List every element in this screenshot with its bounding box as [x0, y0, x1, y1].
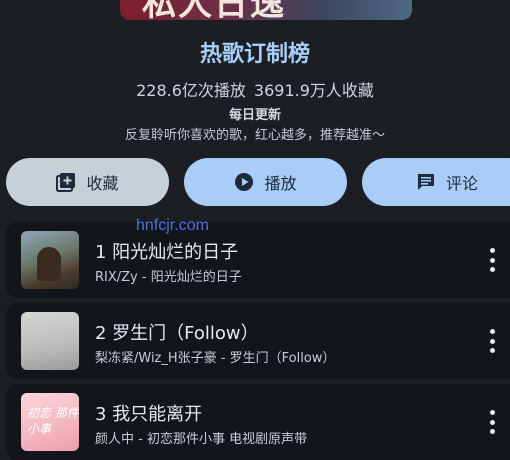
playlist-stats: 228.6亿次播放 3691.9万人收藏 — [0, 77, 510, 101]
collect-label: 收藏 — [86, 174, 119, 193]
favorite-count: 3691.9万人收藏 — [253, 81, 374, 100]
song-row[interactable]: 1 阳光灿烂的日子 RIX/Zy - 阳光灿烂的日子 — [6, 222, 510, 298]
watermark-text: hnfcjr.com — [136, 217, 209, 234]
play-label: 播放 — [264, 174, 297, 193]
playlist-add-icon — [56, 172, 76, 192]
song-artist-album: 梨冻紧/Wiz_H张子豪 - 罗生门（Follow） — [95, 351, 336, 366]
song-title: 3 我只能离开 — [95, 404, 203, 425]
play-button[interactable]: 播放 — [184, 158, 347, 206]
cover-script-text: 初恋 那件小事 — [27, 406, 79, 436]
more-vert-icon[interactable] — [488, 410, 496, 434]
cover-text: 私人日逸 — [142, 0, 286, 20]
song-artist-album: RIX/Zy - 阳光灿烂的日子 — [95, 270, 242, 285]
playlist-title: 热歌订制榜 — [199, 42, 310, 67]
comment-label: 评论 — [445, 174, 478, 193]
song-title: 1 阳光灿烂的日子 — [95, 242, 239, 263]
playlist-description: 反复聆听你喜欢的歌，红心越多，推荐越准～ — [124, 128, 385, 143]
more-vert-icon[interactable] — [488, 329, 496, 353]
song-cover — [21, 312, 79, 370]
playlist-cover: 私人日逸 — [120, 0, 412, 20]
person-figure — [37, 247, 61, 281]
play-circle-icon — [234, 172, 254, 192]
song-cover: 初恋 那件小事 — [21, 393, 79, 451]
song-artist-album: 颜人中 - 初恋那件小事 电视剧原声带 — [95, 432, 308, 447]
song-row[interactable]: 2 罗生门（Follow） 梨冻紧/Wiz_H张子豪 - 罗生门（Follow） — [6, 303, 510, 379]
song-cover — [21, 231, 79, 289]
more-vert-icon[interactable] — [488, 248, 496, 272]
song-title: 2 罗生门（Follow） — [95, 323, 259, 344]
comment-icon — [416, 172, 436, 192]
update-frequency: 每日更新 — [228, 108, 281, 123]
play-count: 228.6亿次播放 — [136, 81, 246, 100]
collect-button[interactable]: 收藏 — [6, 158, 169, 206]
comment-button[interactable]: 评论 — [362, 158, 510, 206]
